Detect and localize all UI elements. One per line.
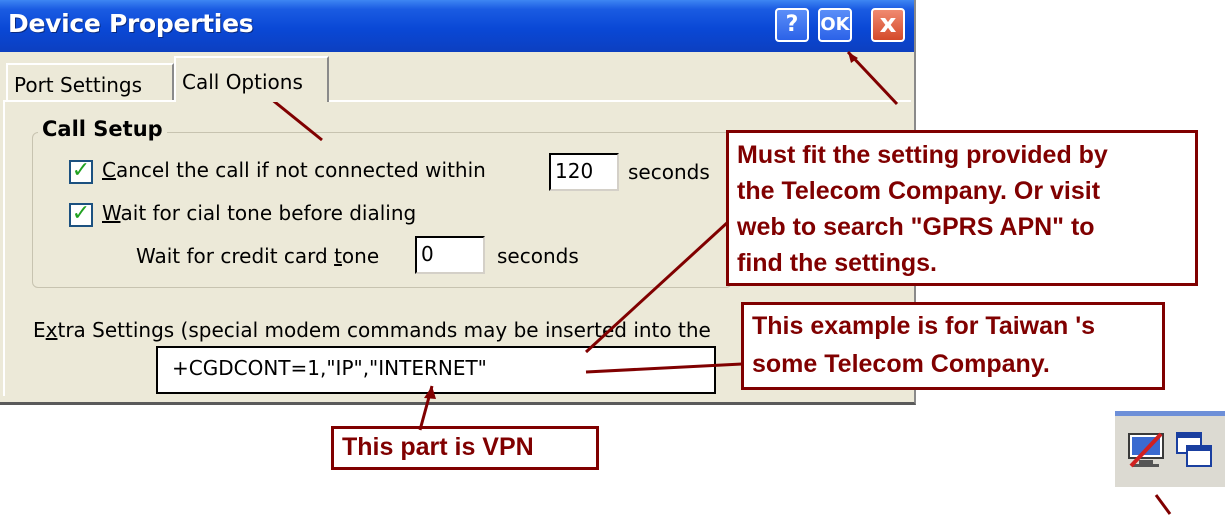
arrow-to-tray-icon xyxy=(1154,494,1172,515)
taskbar-tray xyxy=(1115,411,1225,487)
arrow-apn-to-input xyxy=(584,220,730,354)
network-connection-icon[interactable] xyxy=(1125,428,1169,472)
tab-call-options[interactable]: Call Options xyxy=(174,56,329,102)
window-switch-icon[interactable] xyxy=(1173,428,1217,472)
arrow-taiwan-to-input xyxy=(585,362,743,374)
